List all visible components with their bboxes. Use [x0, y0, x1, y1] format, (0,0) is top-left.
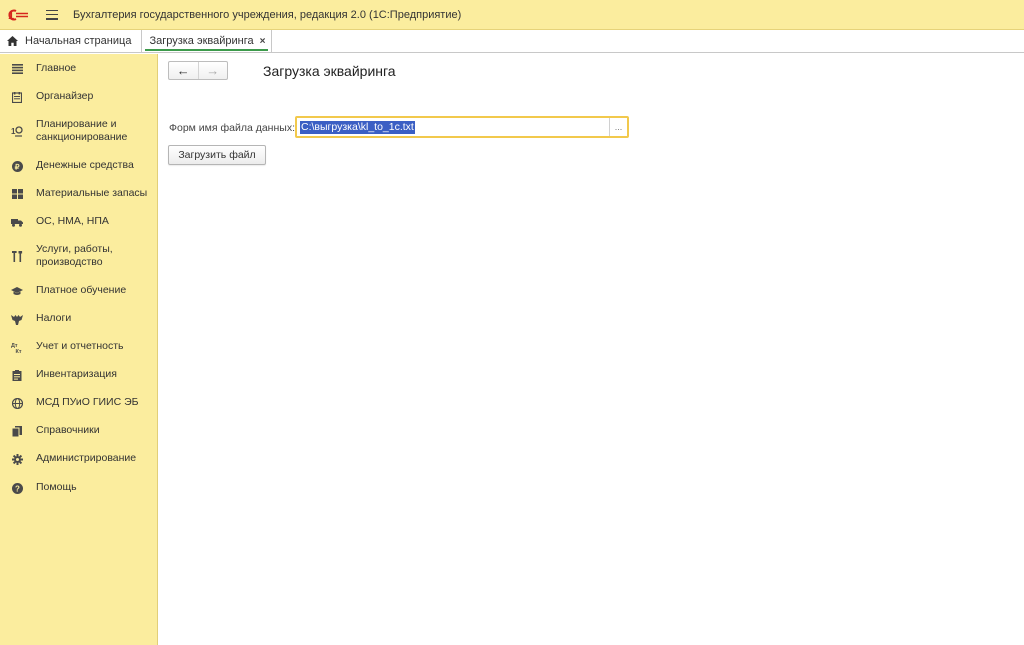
1c-logo: 1	[8, 8, 28, 22]
sidebar-item-label: Справочники	[36, 424, 100, 436]
sidebar-item-money[interactable]: ₽ Денежные средства	[0, 159, 157, 173]
grid-icon	[11, 188, 23, 200]
books-icon	[11, 425, 23, 437]
list-icon	[11, 63, 23, 75]
window-title: Бухгалтерия государственного учреждения,…	[73, 8, 462, 21]
sidebar-item-taxes[interactable]: Налоги	[0, 312, 157, 326]
sidebar-item-label: Органайзер	[36, 90, 94, 102]
sidebar-item-label: Помощь	[36, 481, 77, 493]
gear-icon	[11, 453, 23, 465]
svg-text:?: ?	[15, 484, 20, 493]
sidebar-item-inventory-stock[interactable]: Материальные запасы	[0, 187, 157, 201]
help-icon: ?	[11, 482, 23, 494]
sidebar-item-fixed-assets[interactable]: ОС, НМА, НПА	[0, 215, 157, 229]
svg-text:₽: ₽	[14, 162, 19, 171]
title-bar: 1 Бухгалтерия государственного учреждени…	[0, 0, 1024, 30]
truck-icon	[11, 216, 23, 228]
sidebar-item-label: МСД ПУиО ГИИС ЭБ	[36, 396, 139, 408]
sidebar-item-label: Платное обучение	[36, 284, 127, 296]
home-icon	[7, 36, 18, 46]
sidebar-item-label: Материальные запасы	[36, 187, 148, 199]
file-name-label: Форм имя файла данных:	[169, 122, 295, 134]
tab-acquiring-import[interactable]: Загрузка эквайринга ×	[142, 30, 273, 52]
sidebar-item-msd[interactable]: МСД ПУиО ГИИС ЭБ	[0, 396, 157, 410]
sidebar-item-label: Налоги	[36, 312, 72, 324]
form-area: ← → Загрузка эквайринга Форм имя файла д…	[159, 54, 1024, 645]
sidebar-item-label: Инвентаризация	[36, 368, 117, 380]
svg-text:1: 1	[11, 127, 16, 136]
sidebar-item-paid-education[interactable]: Платное обучение	[0, 284, 157, 298]
graduation-cap-icon	[11, 285, 23, 297]
sidebar-item-main[interactable]: Главное	[0, 62, 157, 76]
file-pick-button[interactable]: ...	[609, 118, 627, 136]
forward-button[interactable]: →	[199, 62, 228, 79]
sidebar-item-stocktaking[interactable]: Инвентаризация	[0, 368, 157, 382]
sidebar-item-label: Учет и отчетность	[36, 340, 124, 352]
ruble-icon: ₽	[11, 160, 23, 172]
sidebar-item-label: Планирование и санкционирование	[36, 118, 128, 143]
main-menu-icon[interactable]	[46, 9, 58, 20]
sidebar-item-organizer[interactable]: Органайзер	[0, 90, 157, 104]
globe-icon	[11, 397, 23, 409]
history-nav: ← →	[168, 61, 228, 80]
sidebar-item-label: Денежные средства	[36, 159, 134, 171]
tab-acquiring-import-label: Загрузка эквайринга	[149, 35, 254, 47]
sidebar-item-label: Администрирование	[36, 452, 137, 464]
svg-text:Кт: Кт	[16, 349, 22, 353]
sidebar-item-planning[interactable]: 1 Планирование и санкционирование	[0, 118, 157, 146]
sidebar-item-directories[interactable]: Справочники	[0, 424, 157, 438]
sidebar-item-administration[interactable]: Администрирование	[0, 452, 157, 466]
close-icon[interactable]: ×	[260, 36, 266, 47]
sidebar-item-label: Услуги, работы, производство	[36, 243, 113, 268]
page-title: Загрузка эквайринга	[263, 63, 396, 79]
calendar-icon	[11, 91, 23, 103]
clipboard-icon	[11, 369, 23, 381]
file-name-input[interactable]: C:\выгрузка\kl_to_1c.txt	[297, 118, 609, 136]
tabs-bar: Начальная страница Загрузка эквайринга ×	[0, 30, 1024, 53]
sidebar-item-label: Главное	[36, 62, 77, 74]
planning-icon: 1	[11, 125, 23, 137]
file-name-value: C:\выгрузка\kl_to_1c.txt	[300, 120, 415, 134]
load-file-button[interactable]: Загрузить файл	[168, 145, 266, 165]
tab-home-label: Начальная страница	[25, 35, 132, 47]
accounts-icon: Дт Кт	[11, 341, 23, 353]
tools-icon	[11, 250, 23, 262]
file-name-field[interactable]: C:\выгрузка\kl_to_1c.txt ...	[295, 116, 629, 138]
tab-home[interactable]: Начальная страница	[0, 30, 143, 52]
sidebar-item-label: ОС, НМА, НПА	[36, 215, 109, 227]
eagle-icon	[11, 313, 23, 325]
sidebar-item-accounting[interactable]: Дт Кт Учет и отчетность	[0, 340, 157, 354]
sidebar-item-help[interactable]: ? Помощь	[0, 481, 157, 495]
sidebar: Главное Органайзер 1 Планирование и санк…	[0, 54, 158, 645]
back-button[interactable]: ←	[169, 62, 199, 79]
sidebar-item-services[interactable]: Услуги, работы, производство	[0, 243, 157, 271]
